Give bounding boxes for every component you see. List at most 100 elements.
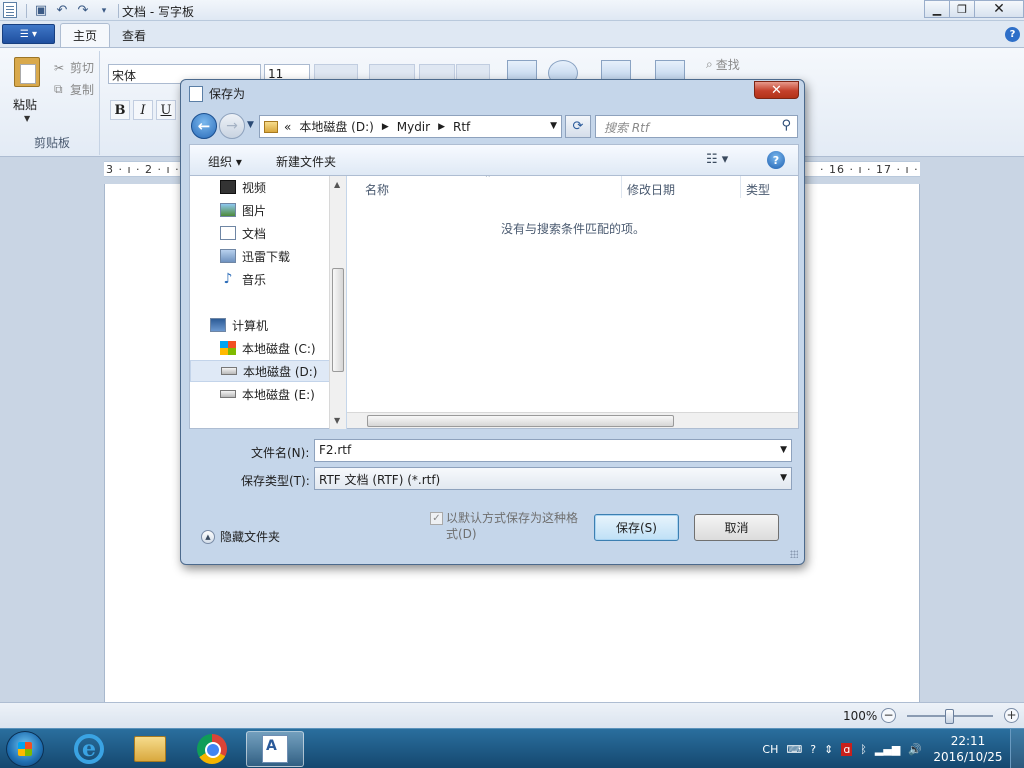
filename-field[interactable]: F2.rtf ▼ — [314, 439, 792, 462]
window-title: 文档 - 写字板 — [122, 5, 194, 19]
nav-scroll-thumb[interactable] — [332, 268, 344, 372]
paste-icon[interactable] — [14, 57, 40, 87]
view-options-icon[interactable]: ☷ ▾ — [706, 152, 728, 167]
address-bar[interactable]: « 本地磁盘 (D:) ▶ Mydir ▶ Rtf ▼ — [259, 115, 562, 138]
hide-folders-button[interactable]: ▲ 隐藏文件夹 — [201, 528, 280, 545]
address-dropdown-icon[interactable]: ▼ — [550, 121, 557, 131]
bold-button[interactable]: B — [110, 100, 130, 120]
refresh-icon[interactable]: ⟳ — [565, 115, 591, 138]
column-header-name[interactable]: 名称 — [365, 181, 389, 198]
breadcrumb-separator-icon[interactable]: ▶ — [382, 122, 389, 132]
forward-button[interactable]: → — [219, 113, 245, 139]
checkbox-check-icon[interactable]: ✓ — [430, 512, 443, 525]
filetype-label: 保存类型(T): — [241, 474, 310, 488]
address-overflow[interactable]: « — [284, 120, 291, 134]
nav-item-downloads[interactable]: 迅雷下载 — [190, 245, 330, 267]
nav-item-computer[interactable]: 计算机 — [190, 314, 330, 336]
nav-item-pictures[interactable]: 图片 — [190, 199, 330, 221]
breadcrumb-mydir[interactable]: Mydir — [397, 120, 430, 134]
file-menu-button[interactable]: ☰ ▾ — [2, 24, 55, 44]
breadcrumb-drive-d[interactable]: 本地磁盘 (D:) — [299, 118, 373, 135]
cut-button[interactable]: ✂ 剪切 — [54, 59, 94, 76]
file-list-hscrollbar[interactable] — [347, 412, 798, 428]
security-icon[interactable]: ɑ — [841, 742, 853, 756]
bluetooth-icon[interactable]: ᛒ — [860, 743, 867, 756]
nav-pane-scrollbar[interactable]: ▲ ▼ — [329, 176, 346, 429]
nav-item-drive-c[interactable]: 本地磁盘 (C:) — [190, 337, 330, 359]
tab-view[interactable]: 查看 — [110, 23, 158, 47]
redo-icon[interactable]: ↷ — [74, 3, 92, 19]
copy-button[interactable]: ⧉ 复制 — [54, 81, 94, 98]
save-icon[interactable]: ▣ — [32, 3, 50, 19]
default-format-checkbox[interactable]: ✓ 以默认方式保存为这种格 式(D) — [430, 510, 580, 542]
taskbar-chrome[interactable] — [183, 731, 241, 767]
scroll-down-icon[interactable]: ▼ — [334, 416, 340, 425]
filetype-dropdown-icon[interactable]: ▼ — [780, 473, 787, 483]
italic-button[interactable]: I — [133, 100, 153, 120]
wordpad-app-icon[interactable] — [3, 2, 17, 18]
taskbar-wordpad[interactable] — [246, 731, 304, 767]
music-icon: ♪ — [223, 271, 233, 287]
cut-label: 剪切 — [70, 61, 95, 75]
column-header-date[interactable]: 修改日期 — [627, 181, 675, 198]
default-format-line1: 以默认方式保存为这种格 — [446, 511, 579, 525]
nav-item-videos[interactable]: 视频 — [190, 176, 330, 198]
show-desktop-button[interactable] — [1010, 729, 1024, 768]
dialog-close-button[interactable]: ✕ — [754, 81, 799, 99]
column-divider[interactable] — [740, 176, 741, 198]
filetype-value: RTF 文档 (RTF) (*.rtf) — [319, 473, 441, 487]
breadcrumb-rtf[interactable]: Rtf — [453, 120, 470, 134]
dialog-help-icon[interactable]: ? — [767, 151, 785, 169]
minimize-button[interactable]: ▁ — [924, 0, 950, 18]
start-button[interactable] — [6, 731, 44, 767]
network-icon[interactable]: ▂▄▆ — [875, 743, 900, 756]
volume-icon[interactable]: 🔊 — [908, 743, 922, 756]
chrome-icon — [197, 734, 227, 764]
filetype-select[interactable]: RTF 文档 (RTF) (*.rtf) ▼ — [314, 467, 792, 490]
zoom-out-button[interactable]: − — [881, 708, 896, 723]
zoom-slider-thumb[interactable] — [945, 709, 954, 724]
cancel-button[interactable]: 取消 — [694, 514, 779, 541]
search-input[interactable]: 搜索 Rtf ⚲ — [595, 115, 798, 138]
zoom-in-button[interactable]: + — [1004, 708, 1019, 723]
underline-button[interactable]: U — [156, 100, 176, 120]
internet-explorer-icon: e — [74, 734, 104, 764]
breadcrumb-separator-icon[interactable]: ▶ — [438, 122, 445, 132]
save-button[interactable]: 保存(S) — [594, 514, 679, 541]
taskbar-explorer[interactable] — [121, 731, 179, 767]
column-divider[interactable] — [621, 176, 622, 198]
maximize-button[interactable]: ❐ — [949, 0, 975, 18]
new-folder-button[interactable]: 新建文件夹 — [276, 153, 336, 170]
find-button[interactable]: ⌕ 查找 — [706, 56, 740, 73]
empty-results-message: 没有与搜索条件匹配的项。 — [500, 222, 645, 236]
copy-label: 复制 — [70, 83, 95, 97]
nav-item-music[interactable]: ♪ 音乐 — [190, 268, 330, 290]
scroll-up-icon[interactable]: ▲ — [334, 180, 340, 189]
taskbar-ie[interactable]: e — [60, 731, 118, 767]
help-tray-icon[interactable]: ? — [810, 743, 816, 756]
search-icon[interactable]: ⚲ — [781, 118, 791, 133]
organize-button[interactable]: 组织 ▾ — [208, 153, 242, 170]
tray-expand-icon[interactable]: ⇕ — [824, 743, 833, 756]
filename-dropdown-icon[interactable]: ▼ — [780, 445, 787, 455]
tab-home[interactable]: 主页 — [60, 23, 111, 47]
back-button[interactable]: ← — [191, 113, 217, 139]
paste-dropdown-icon[interactable]: ▼ — [24, 114, 30, 123]
clock[interactable]: 22:11 2016/10/25 — [926, 733, 1010, 765]
close-button[interactable]: ✕ — [974, 0, 1024, 18]
column-header-type[interactable]: 类型 — [746, 181, 770, 198]
resize-grip-icon[interactable] — [790, 550, 798, 558]
nav-item-documents[interactable]: 文档 — [190, 222, 330, 244]
nav-item-drive-e[interactable]: 本地磁盘 (E:) — [190, 383, 330, 405]
nav-item-label: 音乐 — [242, 272, 267, 287]
hscroll-thumb[interactable] — [367, 415, 674, 427]
keyboard-icon[interactable]: ⌨ — [786, 743, 802, 756]
collapse-icon: ▲ — [201, 529, 215, 544]
input-language[interactable]: CH — [762, 743, 778, 756]
recent-locations-icon[interactable]: ▼ — [247, 120, 254, 130]
help-icon[interactable]: ? — [1005, 27, 1020, 42]
undo-icon[interactable]: ↶ — [53, 3, 71, 19]
nav-item-drive-d[interactable]: 本地磁盘 (D:) — [190, 360, 330, 382]
customize-qat-icon[interactable]: ▾ — [95, 3, 113, 19]
paste-button[interactable]: 粘贴 — [13, 96, 37, 113]
